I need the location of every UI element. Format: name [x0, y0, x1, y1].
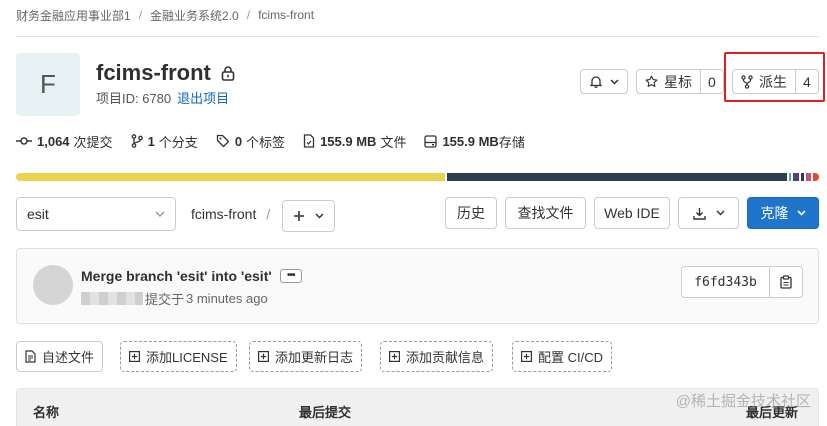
project-id-label: 项目ID: 6780 [96, 91, 172, 106]
commit-time: 3 minutes ago [186, 291, 268, 306]
storage-icon [424, 134, 438, 148]
leave-project-link[interactable]: 退出项目 [177, 91, 229, 106]
star-label: 星标 [664, 73, 692, 90]
star-count[interactable]: 0 [700, 70, 723, 93]
setup-ci-cd-button[interactable]: 配置 CI/CD [512, 341, 613, 372]
author-avatar[interactable] [33, 265, 73, 305]
chevron-down-icon [796, 210, 806, 216]
chevron-down-icon [715, 210, 725, 216]
breadcrumb-item-project[interactable]: fcims-front [258, 8, 314, 22]
add-to-tree-dropdown[interactable] [282, 200, 335, 232]
add-contributing-button[interactable]: 添加贡献信息 [380, 341, 494, 372]
highlight-box [724, 52, 825, 102]
files-stat[interactable]: 155.9 MB 文件 [303, 132, 406, 151]
chevron-down-icon [315, 213, 324, 219]
add-license-label: 添加LICENSE [146, 350, 228, 365]
column-name: 名称 [33, 405, 60, 420]
notification-dropdown[interactable] [580, 69, 628, 94]
lock-icon [221, 65, 235, 81]
commit-title: Merge branch 'esit' into 'esit' ••• [81, 268, 302, 284]
add-license-button[interactable]: 添加LICENSE [120, 341, 237, 372]
commits-count: 1,064 [37, 133, 70, 149]
copy-sha-button[interactable] [770, 267, 802, 297]
tag-icon [216, 134, 230, 148]
clone-dropdown[interactable]: 克隆 [747, 197, 819, 229]
clipboard-icon [780, 275, 792, 289]
language-segment [788, 173, 792, 181]
add-changelog-button[interactable]: 添加更新日志 [249, 341, 363, 372]
project-title: fcims-front [96, 60, 235, 86]
expand-commit-description-button[interactable]: ••• [279, 269, 302, 283]
commit-sha-group: f6fd343b [681, 266, 803, 298]
clone-label: 克隆 [760, 205, 789, 221]
star-button[interactable]: 星标 0 [636, 69, 724, 94]
readme-label: 自述文件 [42, 350, 95, 365]
author-name-redacted [81, 292, 143, 305]
breadcrumb: 财务金融应用事业部1 / 金融业务系统2.0 / fcims-front [16, 6, 314, 24]
files-size: 155.9 MB [320, 133, 377, 149]
path-separator: / [266, 206, 271, 222]
language-segment [16, 173, 445, 181]
column-last-commit: 最后提交 [299, 405, 352, 420]
repository-language-bar [16, 173, 819, 181]
watermark: @稀土掘金技术社区 [675, 393, 811, 410]
files-label: 文件 [380, 134, 407, 150]
find-file-button[interactable]: 查找文件 [505, 197, 586, 229]
plus-square-icon [389, 351, 400, 362]
bell-icon [589, 75, 602, 88]
download-dropdown[interactable] [678, 197, 739, 229]
add-changelog-label: 添加更新日志 [275, 350, 354, 365]
breadcrumb-separator: / [138, 8, 143, 22]
repository-path: fcims-front / [191, 206, 270, 222]
branches-stat[interactable]: 1 个分支 [131, 132, 198, 151]
branch-icon [131, 134, 143, 148]
project-avatar: F [16, 53, 80, 116]
language-segment [805, 173, 812, 181]
plus-square-icon [258, 351, 269, 362]
project-id: 项目ID: 6780 退出项目 [96, 88, 229, 107]
commits-stat[interactable]: 1,064 次提交 [16, 132, 113, 151]
plus-square-icon [521, 351, 532, 362]
history-button[interactable]: 历史 [445, 197, 497, 229]
branch-selector-value: esit [27, 206, 49, 222]
commit-icon [16, 136, 32, 146]
commit-authored-label: 提交于 [145, 292, 185, 307]
tags-count: 0 [234, 133, 243, 149]
breadcrumb-separator: / [246, 8, 251, 22]
commit-sha[interactable]: f6fd343b [682, 267, 770, 297]
path-root-link[interactable]: fcims-front [191, 206, 256, 222]
star-icon [645, 75, 658, 88]
plus-icon [293, 210, 305, 222]
branches-count: 1 [147, 133, 155, 149]
plus-square-icon [129, 351, 140, 362]
readme-button[interactable]: 自述文件 [16, 341, 104, 372]
setup-ci-cd-label: 配置 CI/CD [538, 350, 604, 365]
breadcrumb-item-subgroup[interactable]: 金融业务系统2.0 [150, 7, 239, 24]
branch-selector[interactable]: esit [16, 197, 176, 231]
add-contributing-label: 添加贡献信息 [406, 350, 485, 365]
download-icon [692, 207, 706, 220]
tags-stat[interactable]: 0 个标签 [216, 132, 285, 151]
breadcrumb-item-group[interactable]: 财务金融应用事业部1 [16, 7, 131, 24]
storage-stat[interactable]: 155.9 MB 存储 [424, 132, 525, 151]
commits-label: 次提交 [73, 134, 113, 150]
storage-label: 存储 [498, 134, 525, 150]
project-name: fcims-front [96, 60, 211, 85]
tags-label: 个标签 [246, 134, 286, 150]
file-icon [303, 134, 315, 148]
web-ide-button[interactable]: Web IDE [594, 197, 670, 229]
commit-message-link[interactable]: Merge branch 'esit' into 'esit' [81, 268, 272, 284]
document-icon [25, 350, 36, 363]
language-segment [793, 173, 799, 181]
chevron-down-icon [609, 78, 619, 85]
project-stats: 1,064 次提交 1 个分支 0 个标签 155.9 MB 文件 155.9 … [16, 132, 543, 150]
language-segment [800, 173, 804, 181]
branches-label: 个分支 [158, 134, 198, 150]
chevron-down-icon [155, 211, 165, 217]
language-segment [813, 173, 819, 181]
language-segment [446, 173, 787, 181]
commit-meta: 提交于 3 minutes ago [81, 289, 268, 308]
header-divider [16, 36, 819, 37]
storage-size: 155.9 MB [442, 133, 499, 149]
